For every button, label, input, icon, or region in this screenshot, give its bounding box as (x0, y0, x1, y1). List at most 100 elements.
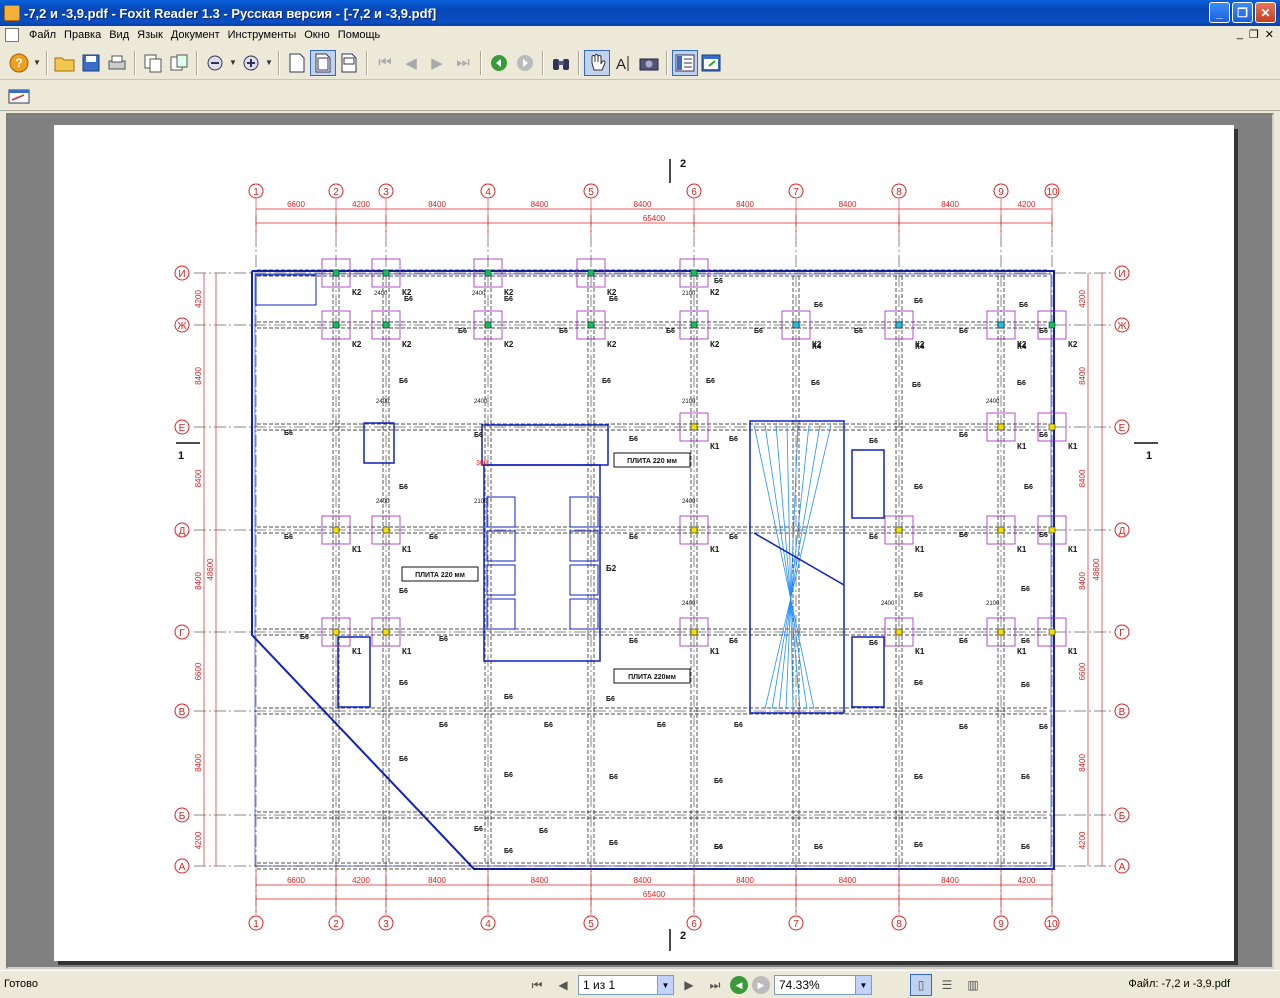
previous-page-icon[interactable]: ◀ (398, 50, 424, 76)
go-forward-icon[interactable] (512, 50, 538, 76)
page-dropdown-icon[interactable]: ▼ (657, 976, 673, 994)
column-label: К1 (402, 647, 412, 656)
document-icon[interactable] (5, 28, 19, 42)
maximize-button[interactable]: ❐ (1232, 2, 1253, 23)
menu-edit[interactable]: Правка (60, 29, 105, 41)
fit-page-icon[interactable] (310, 49, 336, 76)
beam-label: Б6 (814, 302, 823, 309)
column-label: К1 (1068, 647, 1078, 656)
zoom-in-icon[interactable] (238, 50, 264, 76)
hand-tool-icon[interactable] (584, 49, 610, 76)
mdi-restore-button[interactable]: ❐ (1249, 28, 1259, 41)
menu-document[interactable]: Документ (167, 29, 224, 41)
close-button[interactable]: ✕ (1255, 2, 1276, 23)
dimension-text: 8400 (839, 876, 857, 885)
dimension-note: 2400 (376, 499, 390, 505)
inner-outline (254, 273, 1052, 867)
dimension-total: 48600 (206, 558, 215, 581)
dimension-text: 4200 (1078, 290, 1087, 308)
mdi-close-button[interactable]: ✕ (1265, 28, 1274, 41)
next-page-icon[interactable]: ▶ (424, 50, 450, 76)
beam-label-b2: Б2 (606, 564, 617, 573)
column-label: К1 (402, 545, 412, 554)
slab-label: ПЛИТА 220 мм (415, 572, 465, 579)
beam-label: Б6 (869, 438, 878, 445)
column-label: К1 (915, 647, 925, 656)
zoom-dropdown-icon[interactable]: ▼ (855, 976, 871, 994)
copy-icon[interactable] (140, 50, 166, 76)
menu-window[interactable]: Окно (300, 29, 334, 41)
facing-icon[interactable]: ▥ (962, 974, 984, 996)
continuous-icon[interactable]: ☰ (936, 974, 958, 996)
status-bar: Готово ⏮ ◀ 1 из 1 ▼ ▶ ⏭ ◀ ▶ 74.33% ▼ ▯ ☰… (0, 970, 1280, 998)
beam-label: Б6 (754, 328, 763, 335)
dimension-text: 8400 (1078, 367, 1087, 385)
find-binoculars-icon[interactable] (548, 50, 574, 76)
column (1048, 628, 1056, 636)
slab-label: ПЛИТА 220мм (628, 674, 676, 681)
help-icon[interactable]: ? (6, 50, 32, 76)
print-icon[interactable] (104, 50, 130, 76)
open-folder-icon[interactable] (52, 50, 78, 76)
beam-label: Б6 (602, 378, 611, 385)
zoom-field[interactable]: 74.33% ▼ (774, 975, 872, 995)
actual-size-icon[interactable] (284, 50, 310, 76)
status-first-page-icon[interactable]: ⏮ (526, 974, 548, 996)
status-previous-page-icon[interactable]: ◀ (552, 974, 574, 996)
menu-language[interactable]: Язык (133, 29, 167, 41)
minimize-button[interactable]: _ (1209, 2, 1230, 23)
snapshot-camera-icon[interactable] (636, 50, 662, 76)
dimension-text: 8400 (194, 572, 203, 590)
zoom-value: 74.33% (779, 978, 820, 992)
page-number-field[interactable]: 1 из 1 ▼ (578, 975, 674, 995)
last-page-icon[interactable]: ⏭ (450, 50, 476, 76)
text-select-icon[interactable]: A (610, 50, 636, 76)
axis-label: И (1118, 269, 1125, 280)
status-last-page-icon[interactable]: ⏭ (704, 974, 726, 996)
column-label: К2 (710, 340, 720, 349)
dimension-text: 8400 (428, 876, 446, 885)
atrium-hatch (753, 424, 815, 710)
help-dropdown-icon[interactable]: ▼ (32, 50, 42, 76)
stair-left-top (255, 274, 317, 306)
beam-label: Б6 (869, 534, 878, 541)
document-viewer[interactable]: 1 1 2 2 3 3 4 4 5 5 6 6 7 7 8 8 9 9 10 10 6600 4200 8400 8400 84… (6, 113, 1274, 969)
zoom-out-icon[interactable] (202, 50, 228, 76)
dimension-total: 65400 (643, 214, 666, 223)
zoom-in-dropdown-icon[interactable]: ▼ (264, 50, 274, 76)
dimension-text: 4200 (1078, 831, 1087, 849)
column (382, 321, 390, 329)
menu-file[interactable]: Файл (25, 29, 60, 41)
menu-tools[interactable]: Инструменты (224, 29, 301, 41)
single-page-icon[interactable]: ▯ (910, 974, 932, 996)
column-label: К4 (812, 342, 822, 351)
dimension-text: 8400 (194, 469, 203, 487)
fit-width-icon[interactable] (336, 50, 362, 76)
axis-label: 8 (896, 187, 902, 198)
beam-label: Б6 (1017, 380, 1026, 387)
save-icon[interactable] (78, 50, 104, 76)
beam-label: Б6 (284, 430, 293, 437)
axis-label: 5 (588, 919, 594, 930)
zoom-out-dropdown-icon[interactable]: ▼ (228, 50, 238, 76)
beam-label: Б6 (714, 778, 723, 785)
dimension-text: 8400 (839, 200, 857, 209)
axis-label: 4 (485, 187, 491, 198)
first-page-icon[interactable]: ⏮ (372, 50, 398, 76)
menu-help[interactable]: Помощь (334, 29, 385, 41)
elevator-core (483, 464, 601, 662)
bookmarks-panel-icon[interactable] (672, 49, 698, 76)
dimension-text: 4200 (194, 290, 203, 308)
status-next-page-icon[interactable]: ▶ (678, 974, 700, 996)
beam-label: Б6 (1021, 774, 1030, 781)
paste-icon[interactable] (166, 50, 192, 76)
full-screen-icon[interactable] (698, 50, 724, 76)
status-forward-icon[interactable]: ▶ (752, 976, 770, 994)
column (332, 269, 340, 277)
status-back-icon[interactable]: ◀ (730, 976, 748, 994)
typewriter-icon[interactable] (6, 83, 32, 109)
go-back-icon[interactable] (486, 50, 512, 76)
menu-view[interactable]: Вид (105, 29, 133, 41)
column (484, 269, 492, 277)
mdi-minimize-button[interactable]: _ (1237, 28, 1243, 41)
